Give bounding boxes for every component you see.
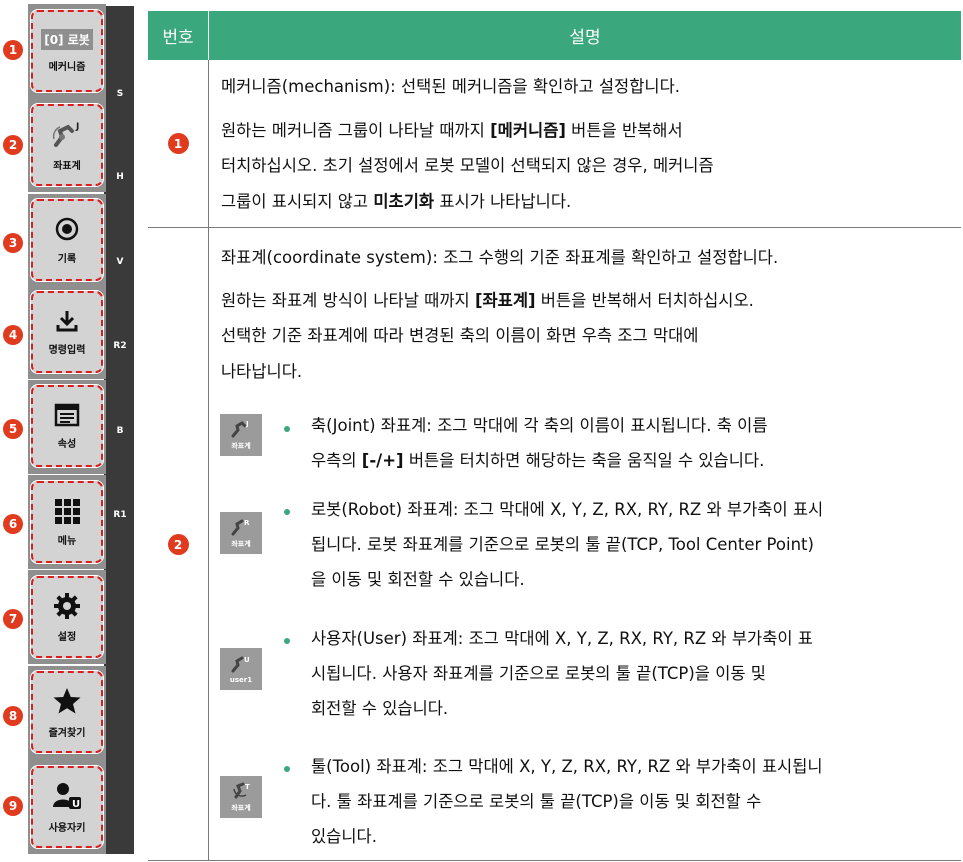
row2-line: 나타납니다. <box>221 362 303 381</box>
favorites-button[interactable]: 즐겨찾기 <box>31 671 103 753</box>
record-icon <box>55 217 79 240</box>
bullet-user-line: 시됩니다. 사용자 좌표계를 기준으로 로봇의 툴 끝(TCP)을 이동 및 <box>311 664 766 683</box>
command-input-button[interactable]: 명령입력 <box>31 291 103 373</box>
favorites-label: 즐겨찾기 <box>48 727 86 739</box>
user-coord-icon: U user1 <box>220 648 262 690</box>
table-row: 2 좌표계(coordinate system): 조그 수행의 기준 좌표계를… <box>148 228 961 861</box>
joint-coord-icon: J 좌표계 <box>220 414 262 456</box>
badge-3: 3 <box>3 233 23 253</box>
properties-button[interactable]: 속성 <box>31 385 103 467</box>
menu-label: 메뉴 <box>57 535 77 547</box>
settings-button[interactable]: 설정 <box>31 576 103 658</box>
robot-joint-icon: J <box>52 122 79 147</box>
mechanism-button[interactable]: [0] 로봇 메커니즘 <box>31 10 103 92</box>
badge-6: 6 <box>3 514 23 534</box>
user-key-icon: U <box>53 782 81 810</box>
user-key-label: 사용자키 <box>48 822 86 834</box>
properties-label: 속성 <box>57 438 77 450</box>
properties-icon <box>54 403 80 426</box>
row1-line: 그룹이 표시되지 않고 미초기화 표시가 나타납니다. <box>221 192 572 211</box>
row2-line: 좌표계(coordinate system): 조그 수행의 기준 좌표계를 확… <box>221 248 779 267</box>
pendant-side-panel: S H V R2 B R1 [0] 로봇 메커니즘 1 J 좌표계 2 기록 3 <box>0 0 140 862</box>
gear-icon <box>54 592 80 619</box>
row2-line: 원하는 좌표계 방식이 나타날 때까지 [좌표계] 버튼을 반복해서 터치하십시… <box>221 291 754 310</box>
badge-4: 4 <box>3 325 23 345</box>
mechanism-label: 메커니즘 <box>48 62 86 73</box>
table-header: 번호 설명 <box>148 11 961 60</box>
star-icon <box>53 687 81 713</box>
badge-9: 9 <box>3 796 23 816</box>
header-number: 번호 <box>148 11 209 60</box>
bullet-robot-line: 됩니다. 로봇 좌표계를 기준으로 로봇의 툴 끝(TCP, Tool Cent… <box>311 535 814 554</box>
coordinate-label: 좌표계 <box>53 160 81 172</box>
settings-label: 설정 <box>57 631 77 643</box>
badge-2: 2 <box>3 135 23 155</box>
axis-label-v: V <box>116 257 124 267</box>
axis-label-r2: R2 <box>113 341 127 351</box>
axis-label-b: B <box>116 426 124 436</box>
row-number-badge: 1 <box>167 133 189 154</box>
bullet-tool-line: 툴(Tool) 좌표계: 조그 막대에 X, Y, Z, RX, RY, RZ … <box>311 757 823 776</box>
bullet-user-line: 사용자(User) 좌표계: 조그 막대에 X, Y, Z, RX, RY, R… <box>311 629 813 648</box>
table-row: 1 메커니즘(mechanism): 선택된 메커니즘을 확인하고 설정합니다.… <box>148 60 961 227</box>
badge-1: 1 <box>3 40 23 60</box>
menu-button[interactable]: 메뉴 <box>31 481 103 563</box>
download-icon <box>56 310 78 331</box>
description-table: 번호 설명 1 메커니즘(mechanism): 선택된 메커니즘을 확인하고 … <box>148 11 961 861</box>
row-number-badge: 2 <box>167 534 189 555</box>
svg-text:J: J <box>245 420 249 428</box>
bullet-robot-line: 을 이동 및 회전할 수 있습니다. <box>311 570 525 589</box>
bullet-robot-line: 로봇(Robot) 좌표계: 조그 막대에 X, Y, Z, RX, RY, R… <box>311 500 824 519</box>
svg-text:U: U <box>244 656 250 664</box>
bullet-joint-line: 축(Joint) 좌표계: 조그 막대에 각 축의 이름이 표시됩니다. 축 이… <box>311 416 768 435</box>
axis-label-s: S <box>116 89 124 99</box>
coordinate-button[interactable]: J 좌표계 <box>31 104 103 186</box>
record-button[interactable]: 기록 <box>31 199 103 281</box>
svg-text:T: T <box>245 783 250 791</box>
header-description: 설명 <box>209 11 961 60</box>
tool-coord-icon: T 좌표계 <box>220 776 262 818</box>
axis-label-h: H <box>116 172 124 182</box>
row2-line: 선택한 기준 좌표계에 따라 변경된 축의 이름이 화면 우측 조그 막대에 <box>221 326 699 345</box>
badge-7: 7 <box>3 609 23 629</box>
svg-text:R: R <box>244 519 250 527</box>
svg-text:J: J <box>75 122 79 132</box>
row1-line: 메커니즘(mechanism): 선택된 메커니즘을 확인하고 설정합니다. <box>221 77 681 96</box>
row1-line: 터치하십시오. 초기 설정에서 로봇 모델이 선택되지 않은 경우, 메커니즘 <box>221 156 714 175</box>
svg-text:U: U <box>72 799 80 810</box>
badge-8: 8 <box>3 706 23 726</box>
badge-5: 5 <box>3 419 23 439</box>
bullet-joint-line: 우측의 [-/+] 버튼을 터치하면 해당하는 축을 움직일 수 있습니다. <box>311 451 765 470</box>
axis-label-r1: R1 <box>113 510 127 520</box>
robot-index-label: [0] 로봇 <box>41 29 93 50</box>
bullet-tool-line: 다. 툴 좌표계를 기준으로 로봇의 툴 끝(TCP)을 이동 및 회전할 수 <box>311 792 762 811</box>
robot-coord-icon: R 좌표계 <box>220 512 262 554</box>
record-label: 기록 <box>57 253 77 265</box>
row1-line: 원하는 메커니즘 그룹이 나타날 때까지 [메커니즘] 버튼을 반복해서 <box>221 121 683 140</box>
bullet-user-line: 회전할 수 있습니다. <box>311 699 449 718</box>
user-key-button[interactable]: U 사용자키 <box>31 766 103 848</box>
command-input-label: 명령입력 <box>48 344 86 356</box>
grid-menu-icon <box>55 498 80 524</box>
bullet-tool-line: 있습니다. <box>311 827 377 846</box>
